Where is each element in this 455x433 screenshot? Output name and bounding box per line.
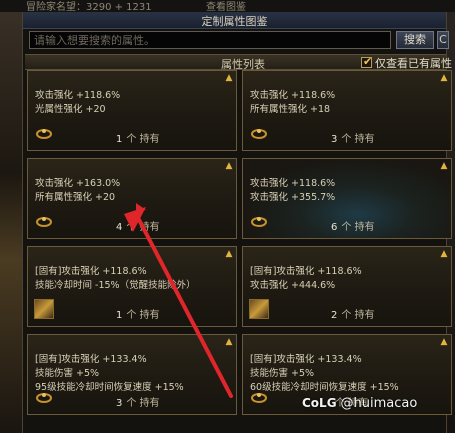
owned-count: 3个 持有: [116, 394, 160, 409]
adventurer-reputation: 冒险家名望：3290 + 1231: [26, 2, 152, 12]
attribute-line: [固有]攻击强化 +118.6%: [250, 266, 362, 277]
ring-icon: [251, 129, 267, 139]
ring-icon: [36, 217, 52, 227]
owned-count-suffix: 个 持有: [126, 310, 160, 321]
lock-tag-icon: ▲: [440, 337, 448, 347]
owned-count: 6个 持有: [331, 218, 375, 233]
owned-count-suffix: 个 持有: [126, 398, 160, 409]
attribute-line: 攻击强化 +118.6%: [250, 178, 336, 189]
ring-icon: [36, 129, 52, 139]
attribute-line: 所有属性强化 +20: [35, 192, 116, 203]
attribute-card[interactable]: ▲ [固有]攻击强化 +118.6% 攻击强化 +444.6% 2 个 持有: [242, 246, 452, 327]
game-background-left: [0, 0, 22, 433]
owned-count-suffix: 个 持有: [341, 134, 375, 145]
attribute-card[interactable]: ▲ [固有]攻击强化 +133.4% 技能伤害 +5% 95级技能冷却时间恢复速度 +…: [27, 334, 237, 415]
owned-count-suffix: 个 持有: [126, 222, 160, 233]
attribute-card[interactable]: ▲ 攻击强化 +118.6% 所有属性强化 +18 3 个 持有: [242, 70, 452, 151]
ring-icon: [36, 393, 52, 403]
attribute-line: 技能伤害 +5%: [35, 368, 100, 379]
top-status-strip: 冒险家名望：3290 + 1231 查看图鉴: [0, 0, 455, 12]
checkmark-icon: ✔: [363, 55, 373, 68]
custom-attribute-collection-panel: 定制属性图鉴 搜索 C 属性列表 ✔ 仅查看已有属性 ▲ 攻击强化 +118.6%…: [22, 12, 452, 433]
view-collection-title: 查看图鉴: [206, 2, 246, 12]
attribute-card[interactable]: ▲ 攻击强化 +118.6% 攻击强化 +355.7% 6 个 持有: [242, 158, 452, 239]
panel-title: 定制属性图鉴: [201, 15, 268, 28]
attribute-line: 技能冷却时间 -15%（觉醒技能除外）: [35, 280, 196, 291]
attribute-line: 攻击强化 +163.0%: [35, 178, 121, 189]
owned-count: 1个 持有: [116, 130, 160, 145]
attribute-line: 攻击强化 +444.6%: [250, 280, 336, 291]
owned-count-suffix: 个 持有: [126, 134, 160, 145]
watermark: CoLG @huimacao: [302, 396, 417, 411]
owned-count-number: 1: [116, 310, 123, 321]
owned-only-checkbox[interactable]: ✔: [361, 55, 373, 68]
attribute-list-header: 属性列表 ✔ 仅查看已有属性: [25, 54, 452, 71]
owned-count-number: 4: [116, 222, 123, 233]
attribute-line: 所有属性强化 +18: [250, 104, 331, 115]
ring-icon: [251, 217, 267, 227]
lock-tag-icon: ▲: [225, 337, 233, 347]
attribute-card-grid: ▲ 攻击强化 +118.6% 光属性强化 +20 1 个 持有 ▲ 攻击强化 +118.6%…: [23, 70, 452, 433]
attribute-line: [固有]攻击强化 +118.6%: [35, 266, 147, 277]
owned-count-number: 1: [116, 134, 123, 145]
owned-count-number: 3: [116, 398, 123, 409]
lock-tag-icon: ▲: [225, 249, 233, 259]
attribute-line: 60级技能冷却时间恢复速度 +15%: [250, 382, 399, 393]
lock-tag-icon: ▲: [440, 249, 448, 259]
ring-icon: [251, 393, 267, 403]
attribute-line: 攻击强化 +355.7%: [250, 192, 336, 203]
attribute-line: 攻击强化 +118.6%: [250, 90, 336, 101]
attribute-line: 攻击强化 +118.6%: [35, 90, 121, 101]
lock-tag-icon: ▲: [440, 161, 448, 171]
watermark-handle: @huimacao: [340, 396, 418, 411]
lock-tag-icon: ▲: [225, 161, 233, 171]
attribute-line: 光属性强化 +20: [35, 104, 106, 115]
search-button[interactable]: 搜索: [396, 31, 434, 49]
weapon-icon: [34, 299, 54, 319]
attribute-line: 技能伤害 +5%: [250, 368, 315, 379]
watermark-brand: CoLG: [302, 396, 337, 410]
owned-count-suffix: 个 持有: [341, 222, 375, 233]
attribute-card[interactable]: ▲ 攻击强化 +163.0% 所有属性强化 +20 4 个 持有: [27, 158, 237, 239]
refresh-button[interactable]: C: [437, 31, 449, 49]
owned-count: 4个 持有: [116, 218, 160, 233]
panel-header: 定制属性图鉴: [23, 12, 446, 29]
attribute-line: [固有]攻击强化 +133.4%: [35, 354, 147, 365]
search-input[interactable]: [29, 31, 391, 49]
owned-count: 1个 持有: [116, 306, 160, 321]
owned-only-filter[interactable]: ✔ 仅查看已有属性: [361, 55, 452, 70]
owned-count-number: 6: [331, 222, 338, 233]
owned-count-number: 2: [331, 310, 338, 321]
attribute-card[interactable]: ▲ 攻击强化 +118.6% 光属性强化 +20 1 个 持有: [27, 70, 237, 151]
owned-count-suffix: 个 持有: [341, 310, 375, 321]
lock-tag-icon: ▲: [440, 73, 448, 83]
attribute-line: 95级技能冷却时间恢复速度 +15%: [35, 382, 184, 393]
owned-count: 3个 持有: [331, 130, 375, 145]
owned-only-label: 仅查看已有属性: [375, 56, 452, 70]
attribute-line: [固有]攻击强化 +133.4%: [250, 354, 362, 365]
owned-count: 2个 持有: [331, 306, 375, 321]
weapon-icon: [249, 299, 269, 319]
attribute-card[interactable]: ▲ [固有]攻击强化 +118.6% 技能冷却时间 -15%（觉醒技能除外） 1 个 持…: [27, 246, 237, 327]
owned-count-number: 3: [331, 134, 338, 145]
lock-tag-icon: ▲: [225, 73, 233, 83]
